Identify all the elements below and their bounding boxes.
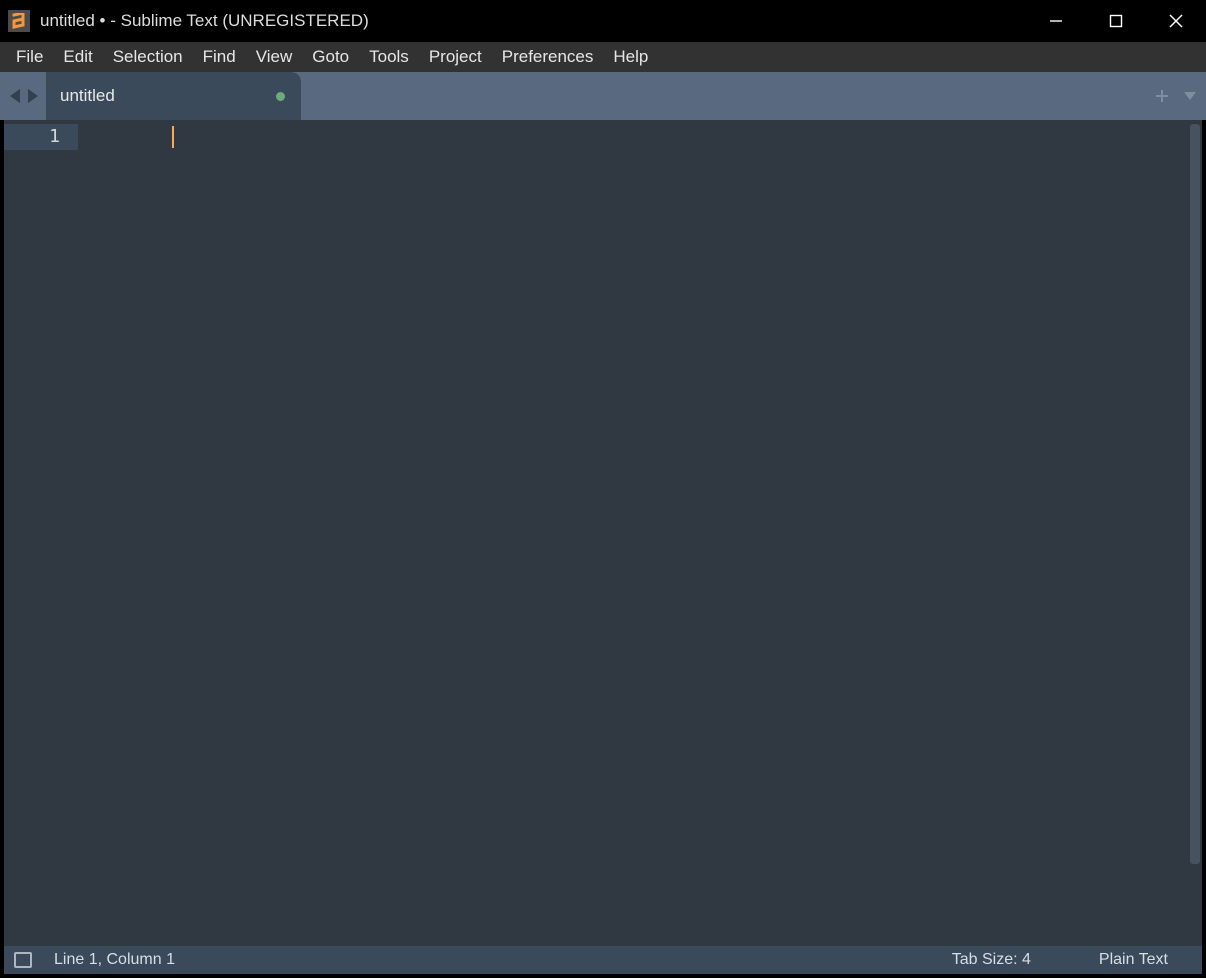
minimize-button[interactable] (1026, 0, 1086, 42)
tabrow: untitled (0, 72, 1206, 120)
statusbar: Line 1, Column 1 Tab Size: 4 Plain Text (4, 946, 1202, 974)
text-cursor (172, 126, 174, 148)
tab-label: untitled (60, 86, 115, 106)
editor: 1 (4, 120, 1202, 948)
menu-help[interactable]: Help (603, 43, 658, 71)
menu-selection[interactable]: Selection (103, 43, 193, 71)
editor-body[interactable] (86, 120, 1188, 948)
status-position[interactable]: Line 1, Column 1 (54, 951, 918, 969)
nav-forward-icon[interactable] (26, 88, 40, 104)
tab-dropdown-icon[interactable] (1182, 90, 1198, 102)
window-controls (1026, 0, 1206, 42)
scrollbar-thumb[interactable] (1190, 124, 1200, 864)
status-tab-size[interactable]: Tab Size: 4 (918, 951, 1065, 969)
menu-view[interactable]: View (246, 43, 303, 71)
menu-project[interactable]: Project (419, 43, 492, 71)
tab-active[interactable]: untitled (46, 72, 301, 120)
titlebar: untitled • - Sublime Text (UNREGISTERED) (0, 0, 1206, 42)
status-syntax[interactable]: Plain Text (1065, 951, 1202, 969)
tab-dirty-indicator-icon (276, 92, 285, 101)
panel-switcher-icon[interactable] (14, 952, 32, 968)
line-number: 1 (4, 124, 78, 150)
close-button[interactable] (1146, 0, 1206, 42)
maximize-button[interactable] (1086, 0, 1146, 42)
menu-find[interactable]: Find (193, 43, 246, 71)
menubar: File Edit Selection Find View Goto Tools… (0, 42, 1206, 72)
menu-preferences[interactable]: Preferences (492, 43, 604, 71)
menu-file[interactable]: File (6, 43, 53, 71)
new-tab-button[interactable] (1154, 88, 1170, 104)
app-icon (8, 10, 30, 32)
tab-history-nav (0, 72, 46, 120)
gutter: 1 (4, 120, 86, 948)
window-title: untitled • - Sublime Text (UNREGISTERED) (40, 11, 1026, 31)
menu-goto[interactable]: Goto (302, 43, 359, 71)
nav-back-icon[interactable] (8, 88, 22, 104)
menu-edit[interactable]: Edit (53, 43, 102, 71)
menu-tools[interactable]: Tools (359, 43, 419, 71)
vertical-scrollbar[interactable] (1188, 120, 1202, 948)
